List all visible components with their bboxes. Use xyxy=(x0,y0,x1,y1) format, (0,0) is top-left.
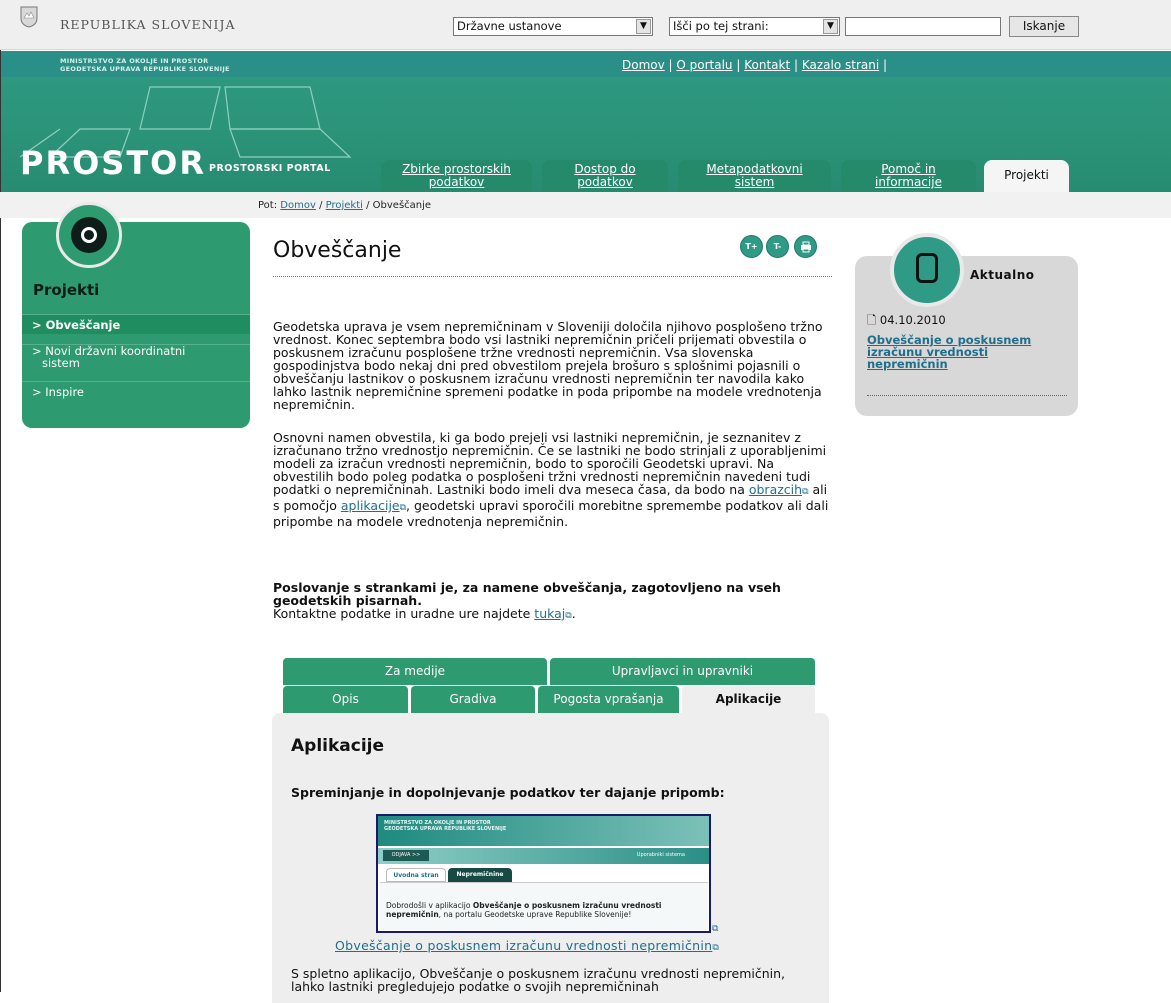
search-scope-select[interactable]: Išči po tej strani: ▼ xyxy=(669,17,840,36)
application-description: S spletno aplikacijo, Obveščanje o posku… xyxy=(291,966,786,994)
print-button[interactable] xyxy=(794,235,817,258)
application-title-link[interactable]: Obveščanje o poskusnem izračunu vrednost… xyxy=(335,938,712,953)
chevron-down-icon: ▼ xyxy=(823,19,838,34)
tab-label-line1: Pomoč in xyxy=(881,162,936,176)
text-larger-button[interactable]: T+ xyxy=(740,235,763,258)
institutions-select[interactable]: Državne ustanove ▼ xyxy=(453,17,653,36)
target-icon xyxy=(56,202,122,268)
sidebar-item-inspire[interactable]: > Inspire xyxy=(22,381,250,401)
tab-spatial-data-collections[interactable]: Zbirke prostorskih podatkov xyxy=(381,160,532,193)
tab-label-line1: Dostop do xyxy=(574,162,636,176)
external-link-icon: ⧉ xyxy=(712,924,719,934)
sidebar-item-coordinate-system-line2[interactable]: sistem xyxy=(22,357,250,371)
ministry-line2: GEODETSKA UPRAVA REPUBLIKE SLOVENIJE xyxy=(60,65,230,73)
tab-description[interactable]: Opis xyxy=(283,686,408,713)
tab-faq[interactable]: Pogosta vprašanja xyxy=(538,686,679,713)
top-bar: REPUBLIKA SLOVENIJA Državne ustanove ▼ I… xyxy=(0,0,1171,50)
site-header: MINISTRSTVO ZA OKOLJE IN PROSTOR GEODETS… xyxy=(0,51,1171,193)
thumb-header-text: MINISTRSTVO ZA OKOLJE IN PROSTOR GEODETS… xyxy=(384,820,506,832)
tab-metadata-system[interactable]: Metapodatkovni sistem xyxy=(678,160,831,193)
panel-subtitle: Spreminjanje in dopolnjevanje podatkov t… xyxy=(291,785,725,800)
institutions-select-value: Državne ustanove xyxy=(457,19,562,33)
tab-label-line1: Metapodatkovni xyxy=(706,162,803,176)
application-screenshot[interactable]: MINISTRSTVO ZA OKOLJE IN PROSTOR GEODETS… xyxy=(376,814,711,933)
news-title: Aktualno xyxy=(970,268,1035,282)
tab-label-line1: Zbirke prostorskih xyxy=(402,162,511,176)
tab-label-line2: sistem xyxy=(734,175,775,189)
thumb-msg-a: Dobrodošli v aplikacijo xyxy=(386,901,473,910)
document-icon: 🗋 xyxy=(867,313,877,327)
country-name: REPUBLIKA SLOVENIJA xyxy=(60,17,236,32)
contact-text: Kontaktne podatke in uradne ure najdete xyxy=(273,606,531,621)
thumb-line2: GEODETSKA UPRAVA REPUBLIKE SLOVENIJE xyxy=(384,826,507,832)
tab-label-line2: podatkov xyxy=(428,175,485,189)
news-link[interactable]: Obveščanje o poskusnem izračunu vrednost… xyxy=(867,334,1067,370)
tab-label-line2: informacije xyxy=(875,175,942,189)
external-link-icon: ⧉ xyxy=(565,611,572,621)
sidebar-item-obvescanje[interactable]: > Obveščanje xyxy=(22,314,250,334)
thumb-users: Uporabniki sistema xyxy=(636,852,685,858)
breadcrumb-prefix: Pot: xyxy=(258,200,278,211)
tab-label: Projekti xyxy=(1004,168,1049,182)
breadcrumb-current: / Obveščanje xyxy=(366,200,432,211)
top-links: Domov | O portalu | Kontakt | Kazalo str… xyxy=(622,58,888,72)
ministry-line1: MINISTRSTVO ZA OKOLJE IN PROSTOR xyxy=(60,57,209,65)
contact-paragraph: Poslovanje s strankami je, za namene obv… xyxy=(273,580,781,621)
news-divider xyxy=(867,395,1067,396)
page-title: Obveščanje xyxy=(273,238,402,263)
contact-link[interactable]: tukaj xyxy=(534,606,565,621)
link-about[interactable]: O portalu xyxy=(676,58,732,72)
tab-applications[interactable]: Aplikacije xyxy=(682,686,815,713)
breadcrumb: Pot: Domov / Projekti / Obveščanje xyxy=(258,200,432,211)
external-link-icon: ⧉ xyxy=(712,943,720,953)
tab-managers[interactable]: Upravljavci in upravniki xyxy=(550,658,815,685)
tab-data-access[interactable]: Dostop do podatkov xyxy=(542,160,668,193)
text-smaller-button[interactable]: T- xyxy=(766,235,789,258)
print-icon xyxy=(800,241,811,253)
intro-paragraph: Geodetska uprava je vsem nepremičninam v… xyxy=(273,319,823,412)
search-button[interactable]: Iskanje xyxy=(1009,16,1079,37)
tab-projects[interactable]: Projekti xyxy=(984,160,1069,193)
forms-link[interactable]: obrazcih xyxy=(749,482,802,497)
thumb-tab-home: Uvodna stran xyxy=(386,868,446,882)
title-divider xyxy=(273,276,832,277)
news-date: 🗋 04.10.2010 xyxy=(867,313,946,332)
thumb-message: Dobrodošli v aplikacijo Obveščanje o pos… xyxy=(386,901,706,919)
sidebar-title: Projekti xyxy=(33,281,100,299)
search-input[interactable] xyxy=(845,17,1001,36)
application-link-row: Obveščanje o poskusnem izračunu vrednost… xyxy=(335,938,719,953)
tab-label-line2: podatkov xyxy=(577,175,633,189)
thumb-tab-property: Nepremičnine xyxy=(448,868,512,882)
purpose-paragraph: Osnovni namen obvestila, ki ga bodo prej… xyxy=(273,431,833,528)
breadcrumb-bar xyxy=(0,192,1171,218)
link-sitemap[interactable]: Kazalo strani xyxy=(802,58,879,72)
tab-media[interactable]: Za medije xyxy=(283,658,547,685)
news-icon xyxy=(890,233,964,307)
chevron-down-icon: ▼ xyxy=(636,19,651,34)
portal-logo[interactable]: PROSTOR xyxy=(20,144,206,182)
link-contact[interactable]: Kontakt xyxy=(744,58,790,72)
panel-title: Aplikacije xyxy=(291,736,385,756)
tab-help-information[interactable]: Pomoč in informacije xyxy=(841,160,976,193)
application-link[interactable]: aplikacije xyxy=(341,498,400,513)
thumb-msg-c: , na portalu Geodetske uprave Republike … xyxy=(438,910,632,919)
portal-logo-subtitle: PROSTORSKI PORTAL xyxy=(209,163,331,174)
business-note: Poslovanje s strankami je, za namene obv… xyxy=(273,580,781,608)
breadcrumb-projects-link[interactable]: Projekti xyxy=(326,200,363,211)
search-scope-value: Išči po tej strani: xyxy=(673,19,769,33)
tab-materials[interactable]: Gradiva xyxy=(411,686,535,713)
breadcrumb-home-link[interactable]: Domov xyxy=(280,200,316,211)
ministry-logo-text: MINISTRSTVO ZA OKOLJE IN PROSTOR GEODETS… xyxy=(60,57,230,73)
news-date-value: 04.10.2010 xyxy=(879,313,946,327)
coat-of-arms-icon xyxy=(20,6,38,28)
thumb-logout: ODJAVA >> xyxy=(383,850,429,861)
purpose-text: Osnovni namen obvestila, ki ga bodo prej… xyxy=(273,430,827,497)
link-home[interactable]: Domov xyxy=(622,58,665,72)
